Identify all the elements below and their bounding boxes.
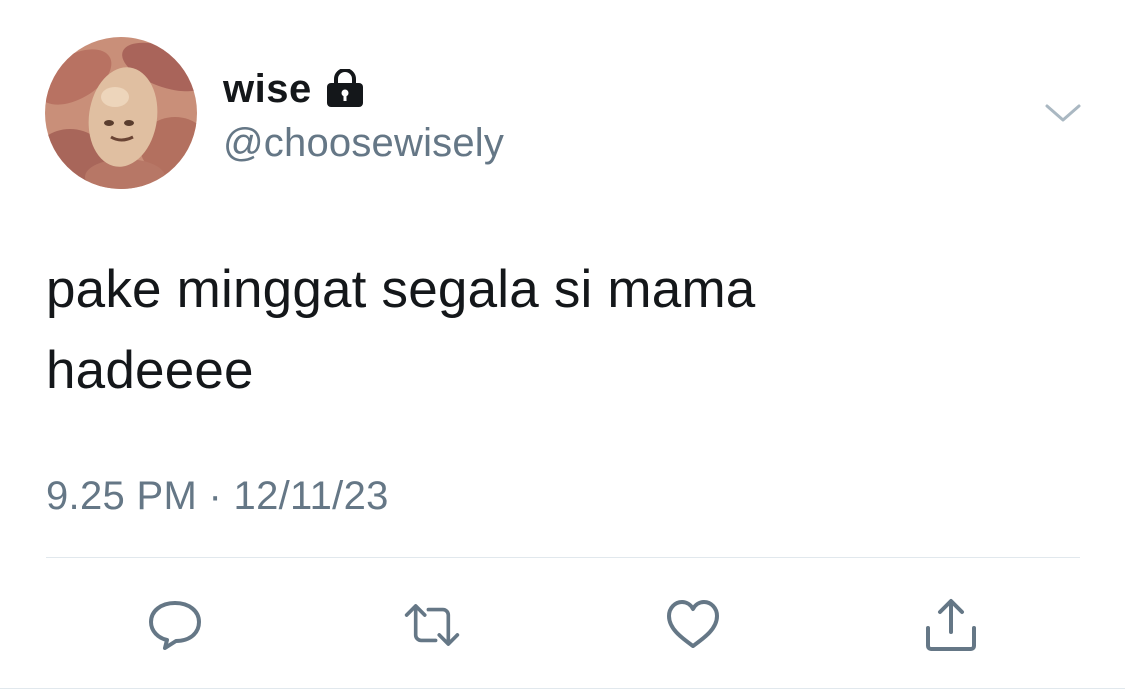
divider (46, 557, 1080, 558)
tweet-timestamp[interactable]: 9.25 PM · 12/11/23 (46, 472, 389, 520)
user-name-row: wise (223, 66, 366, 112)
tweet-card: wise @choosewisely pake minggat segala s… (0, 0, 1125, 691)
retweet-icon (404, 604, 460, 646)
meta-separator: · (208, 474, 223, 518)
like-button[interactable] (664, 598, 722, 652)
share-icon (926, 599, 976, 651)
avatar-image (45, 37, 197, 189)
tweet-text-line: pake minggat segala si mama (46, 260, 756, 319)
bottom-divider (0, 688, 1125, 689)
share-button[interactable] (922, 598, 980, 652)
lock-icon (324, 68, 366, 109)
user-handle[interactable]: @choosewisely (223, 120, 504, 166)
tweet-time: 9.25 PM (46, 474, 198, 518)
tweet-date: 12/11/23 (233, 474, 389, 518)
heart-icon (667, 600, 719, 648)
avatar[interactable] (45, 37, 197, 189)
retweet-button[interactable] (403, 598, 461, 652)
reply-bubble-icon (149, 601, 201, 650)
chevron-down-icon[interactable] (1043, 98, 1083, 128)
reply-button[interactable] (146, 598, 204, 652)
display-name[interactable]: wise (223, 66, 312, 112)
tweet-text: pake minggat segala si mama hadeeee (46, 249, 1046, 411)
tweet-text-line: hadeeee (46, 341, 254, 400)
